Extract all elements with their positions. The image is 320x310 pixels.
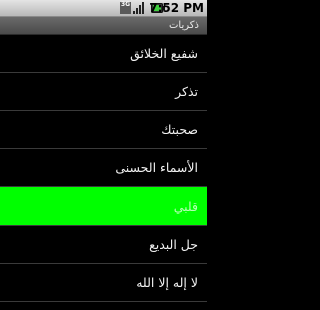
menu-item-label: جل البديع (149, 237, 198, 252)
menu-item-label: شفيع الخلائق (130, 46, 198, 61)
menu-item-jal-al-badee[interactable]: جل البديع (0, 226, 207, 264)
menu-item-label: قلبي (173, 199, 198, 214)
menu-item-label: لا إله إلا الله (136, 275, 198, 290)
menu-item-shafee-al-khalaiq[interactable]: شفيع الخلائق (0, 35, 207, 73)
menu-item-tathakkar[interactable]: تذكر (0, 73, 207, 111)
app-title-bar: ذكريات (0, 17, 207, 35)
menu-item-la-ilaha-illallah[interactable]: لا إله إلا الله (0, 264, 207, 302)
menu-item-label: صحبتك (161, 122, 198, 137)
menu-item-label: الأسماء الحسنى (115, 160, 198, 175)
signal-strength-icon (133, 2, 144, 14)
menu-item-label: تذكر (175, 84, 198, 99)
status-bar: 3G 7:52 PM (0, 0, 207, 17)
app-title: ذكريات (169, 20, 199, 31)
network-type-icon: 3G (120, 2, 131, 14)
menu-item-asma-al-husna[interactable]: الأسماء الحسنى (0, 149, 207, 187)
menu-item-qalbi-selected[interactable]: قلبي (0, 187, 207, 226)
menu-item-suhbatak[interactable]: صحبتك (0, 111, 207, 149)
status-clock: 7:52 PM (149, 1, 204, 15)
menu-list: شفيع الخلائق تذكر صحبتك الأسماء الحسنى ق… (0, 35, 207, 302)
